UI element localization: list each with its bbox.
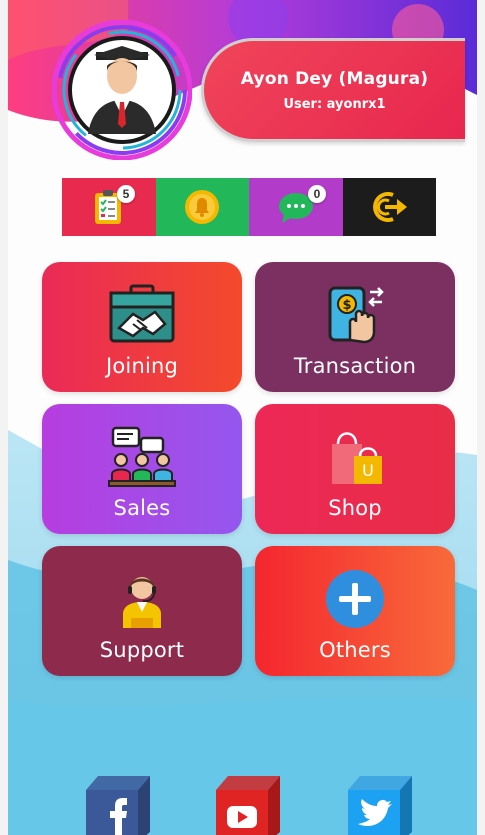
facebook-button[interactable] — [84, 772, 150, 835]
notifications-button[interactable] — [155, 178, 249, 236]
handshake-briefcase-icon — [109, 284, 175, 343]
quick-action-bar: 5 0 — [62, 178, 436, 236]
tasks-badge: 5 — [117, 185, 135, 203]
meeting-icon — [108, 426, 176, 487]
svg-text:$: $ — [342, 298, 351, 313]
sales-tile[interactable]: Sales — [42, 404, 242, 534]
transaction-label: Transaction — [293, 354, 417, 378]
profile-header: Ayon Dey (Magura) User: ayonrx1 — [8, 0, 477, 170]
svg-text:U: U — [362, 461, 374, 480]
sales-label: Sales — [113, 496, 171, 520]
messages-badge: 0 — [308, 185, 326, 203]
support-agent-icon — [123, 577, 161, 628]
logout-button[interactable] — [342, 178, 436, 236]
twitter-button[interactable] — [346, 772, 412, 835]
joining-tile[interactable]: Joining — [42, 262, 242, 392]
others-label: Others — [319, 638, 391, 662]
plus-circle-icon — [326, 570, 384, 628]
bell-icon — [185, 190, 220, 224]
support-label: Support — [99, 638, 185, 662]
profile-card[interactable]: Ayon Dey (Magura) User: ayonrx1 — [201, 38, 465, 142]
logout-icon — [373, 192, 408, 222]
app-screen: Ayon Dey (Magura) User: ayonrx1 5 0 Join… — [0, 0, 485, 835]
joining-label: Joining — [105, 354, 179, 378]
transaction-tile[interactable]: $ Transaction — [255, 262, 455, 392]
messages-button[interactable]: 0 — [249, 178, 343, 236]
profile-name: Ayon Dey (Magura) — [240, 68, 429, 89]
others-tile[interactable]: Others — [255, 546, 455, 676]
support-tile[interactable]: Support — [42, 546, 242, 676]
shopping-bag-icon: U — [332, 432, 382, 484]
avatar[interactable] — [52, 20, 192, 160]
tasks-button[interactable]: 5 — [62, 178, 156, 236]
youtube-button[interactable] — [214, 772, 280, 835]
profile-username: User: ayonrx1 — [283, 96, 386, 112]
shop-tile[interactable]: U Shop — [255, 404, 455, 534]
phone-payment-icon: $ — [328, 286, 384, 344]
shop-label: Shop — [328, 496, 382, 520]
